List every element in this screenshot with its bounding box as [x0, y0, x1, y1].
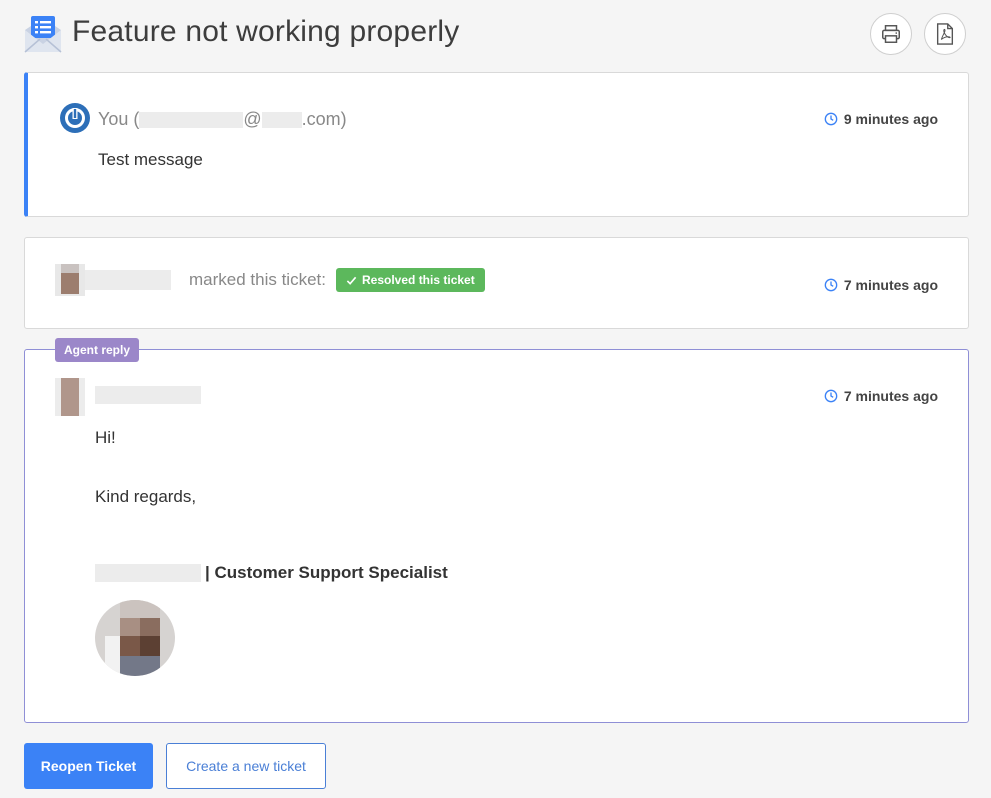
checkmark-icon	[346, 276, 357, 285]
agent-avatar	[55, 378, 85, 416]
agent-avatar	[55, 264, 85, 296]
user-message-card: You ( @ .com) 9 minutes ago Test message	[24, 72, 969, 217]
message-timestamp: 9 minutes ago	[824, 111, 938, 127]
reopen-ticket-button[interactable]: Reopen Ticket	[24, 743, 153, 789]
message-time: 9 minutes ago	[843, 111, 938, 127]
redacted-email-user	[139, 111, 244, 128]
reply-greeting: Hi!	[95, 428, 116, 447]
sender-domain: .com)	[301, 109, 347, 129]
status-event-row: marked this ticket: Resolved this ticket	[55, 264, 485, 296]
clock-icon	[824, 112, 838, 126]
sender-at: @	[243, 109, 262, 129]
reply-time: 7 minutes ago	[843, 388, 938, 404]
create-new-ticket-button[interactable]: Create a new ticket	[166, 743, 326, 789]
clock-icon	[824, 278, 838, 292]
page-header: Feature not working properly	[0, 0, 991, 70]
clock-icon	[824, 389, 838, 403]
status-time: 7 minutes ago	[843, 277, 938, 293]
message-sender: You ( @ .com)	[98, 109, 347, 130]
agent-reply-card: Agent reply 7 minutes ago Hi! Kind regar…	[24, 338, 969, 723]
redacted-agent-name	[95, 386, 201, 404]
redacted-email-domain	[261, 111, 302, 128]
reply-signature: | Customer Support Specialist	[95, 563, 448, 583]
printer-icon	[882, 25, 900, 43]
page-title: Feature not working properly	[72, 15, 460, 48]
power-icon	[60, 103, 90, 133]
message-body: Test message	[98, 150, 203, 169]
agent-reply-tag: Agent reply	[55, 338, 140, 362]
status-event-card: marked this ticket: Resolved this ticket…	[24, 237, 969, 329]
resolved-badge: Resolved this ticket	[336, 268, 485, 292]
print-button[interactable]	[870, 13, 912, 55]
status-action-text: marked this ticket:	[189, 270, 326, 289]
resolved-badge-label: Resolved this ticket	[362, 273, 475, 287]
status-timestamp: 7 minutes ago	[824, 277, 938, 293]
signature-photo	[95, 600, 175, 676]
redacted-signature-name	[95, 564, 201, 582]
pdf-file-icon	[936, 23, 954, 45]
reply-closing: Kind regards,	[95, 487, 197, 506]
sender-prefix: You (	[98, 109, 140, 129]
signature-title: | Customer Support Specialist	[205, 563, 448, 582]
download-pdf-button[interactable]	[924, 13, 966, 55]
reply-timestamp: 7 minutes ago	[824, 388, 938, 404]
envelope-list-icon	[24, 16, 62, 53]
